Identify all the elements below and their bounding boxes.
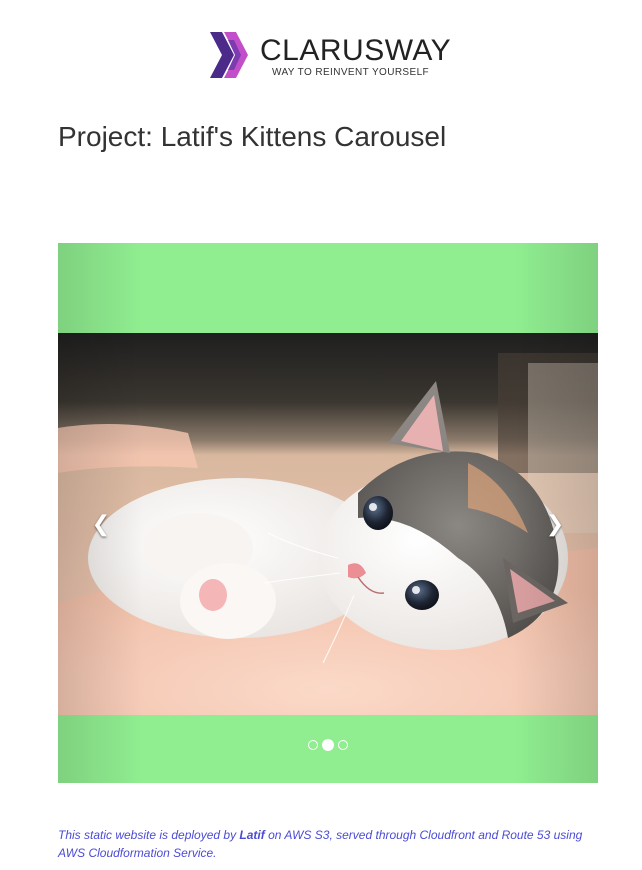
carousel-indicator-1[interactable] [308, 740, 318, 750]
brand-tagline: WAY TO REINVENT YOURSELF [272, 67, 430, 78]
carousel-indicator-2[interactable] [322, 739, 334, 751]
kitten-carousel: ❮ ❯ [58, 243, 598, 783]
carousel-prev-button[interactable]: ❮ [58, 333, 148, 715]
author-name: Latif [239, 828, 265, 842]
chevron-logo-icon [210, 32, 248, 78]
carousel-next-button[interactable]: ❯ [508, 333, 598, 715]
deployment-note: This static website is deployed by Latif… [58, 826, 588, 862]
carousel-indicators [58, 739, 598, 751]
deployment-note-prefix: This static website is deployed by [58, 828, 240, 842]
clarusway-logo: CLARUSWAY WAY TO REINVENT YOURSELF [210, 30, 452, 82]
chevron-right-icon: ❯ [545, 511, 565, 536]
carousel-indicator-3[interactable] [338, 740, 348, 750]
brand-name: CLARUSWAY [260, 34, 452, 67]
chevron-left-icon: ❮ [91, 511, 111, 536]
page-title: Project: Latif's Kittens Carousel [58, 121, 447, 152]
